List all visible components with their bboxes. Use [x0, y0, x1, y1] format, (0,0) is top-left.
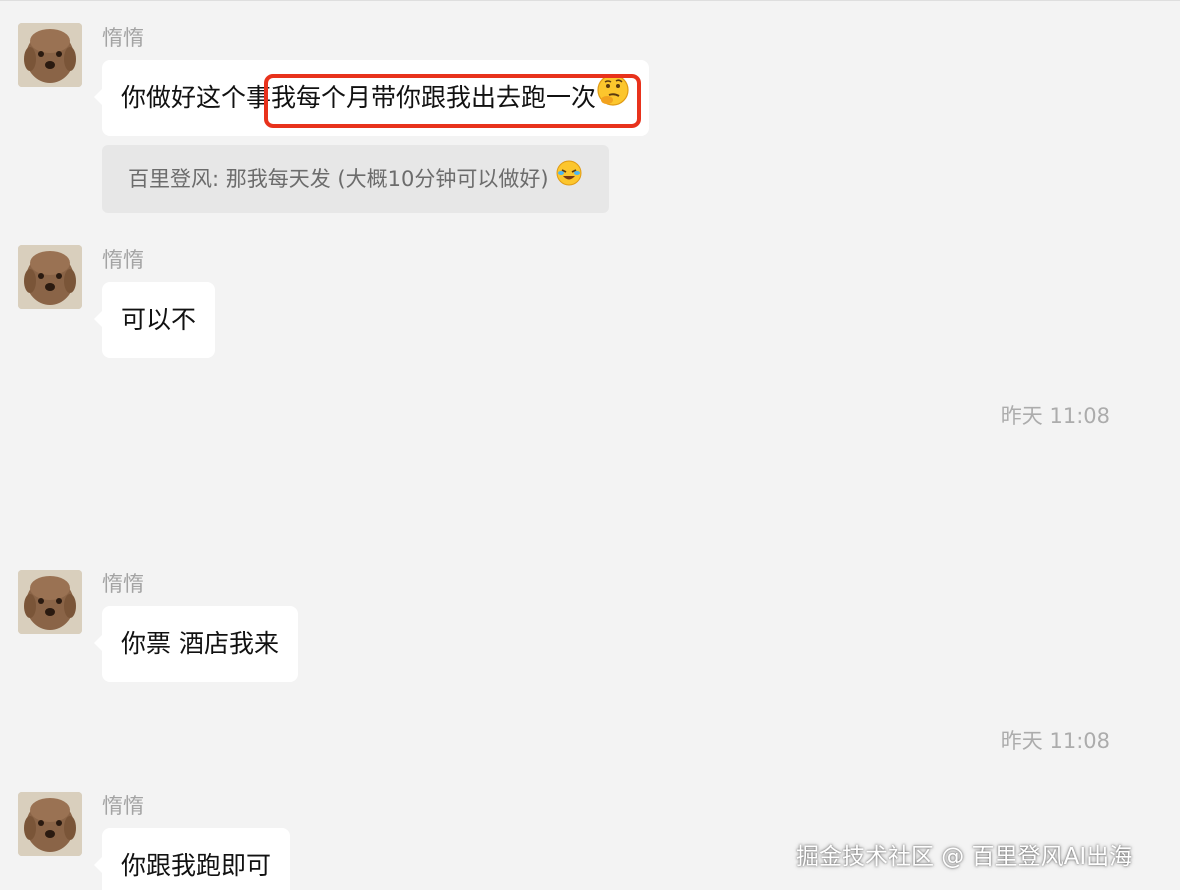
sender-name: 惰惰 — [102, 248, 144, 272]
chat-panel: 惰惰 你做好这个事我每个月带你跟我出去跑一次 百里登风: 那我每天发 (大概10… — [0, 0, 1180, 890]
highlight-text: 我每个月带你跟我出去跑一次 — [271, 83, 597, 112]
dog-avatar-icon — [18, 792, 82, 856]
thinking-face-icon — [596, 61, 630, 137]
message-text: 你做好这个事 — [121, 83, 272, 112]
watermark: 掘金技术社区 @ 百里登风AI出海 — [796, 844, 1133, 870]
rolling-laughing-face-icon — [555, 146, 583, 214]
quote-text: 百里登风: 那我每天发 (大概10分钟可以做好) — [128, 167, 549, 191]
avatar[interactable] — [18, 570, 82, 634]
message-text: 你票 酒店我来 — [121, 629, 279, 658]
sender-name: 惰惰 — [102, 26, 144, 50]
dog-avatar-icon — [18, 570, 82, 634]
message-text: 你跟我跑即可 — [121, 851, 272, 880]
avatar[interactable] — [18, 23, 82, 87]
quoted-reply[interactable]: 百里登风: 那我每天发 (大概10分钟可以做好) — [102, 145, 610, 214]
sender-name: 惰惰 — [102, 572, 144, 596]
timestamp: 昨天 11:08 — [1000, 404, 1110, 428]
avatar[interactable] — [18, 245, 82, 309]
dog-avatar-icon — [18, 245, 82, 309]
avatar[interactable] — [18, 792, 82, 856]
message-bubble[interactable]: 你票 酒店我来 — [94, 606, 298, 682]
sender-name: 惰惰 — [102, 794, 144, 818]
dog-avatar-icon — [18, 23, 82, 87]
message-bubble[interactable]: 可以不 — [93, 282, 216, 358]
highlighted-text: 我每个月带你跟我出去跑一次 — [264, 60, 642, 137]
message-bubble[interactable]: 你跟我跑即可 — [93, 828, 291, 890]
timestamp: 昨天 11:08 — [1000, 729, 1110, 753]
message-text: 可以不 — [121, 305, 197, 334]
message-bubble[interactable]: 你做好这个事我每个月带你跟我出去跑一次 — [93, 60, 650, 137]
